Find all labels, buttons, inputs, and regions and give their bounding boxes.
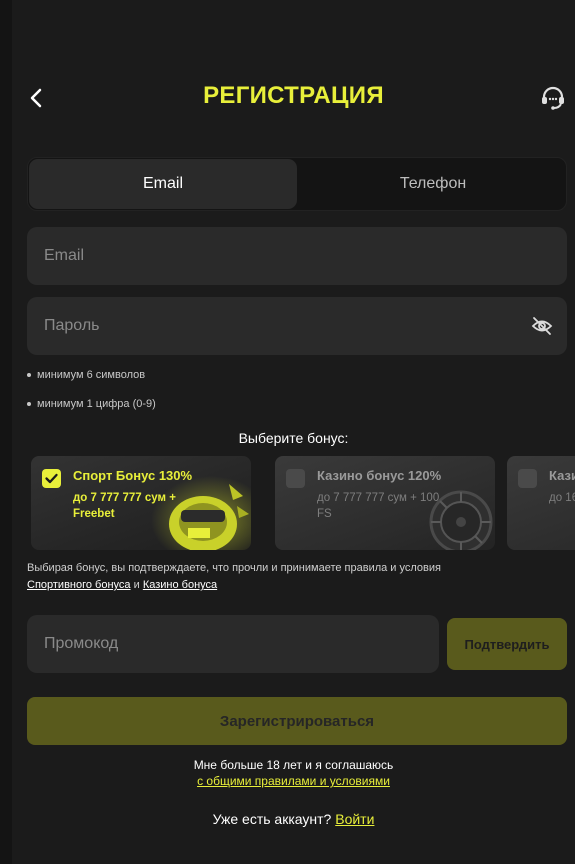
- promo-field-container: [27, 615, 439, 673]
- bullet-dot: [27, 373, 31, 377]
- tab-email[interactable]: Email: [29, 159, 297, 209]
- password-hint-digit: минимум 1 цифра (0-9): [27, 398, 156, 410]
- bonus-title: Казино бонус 120%: [317, 468, 442, 483]
- bonus-card-casino-2[interactable]: Казино бонус 120% до 16: [507, 456, 575, 550]
- login-link[interactable]: Войти: [335, 811, 374, 827]
- promo-confirm-button[interactable]: Подтвердить: [447, 618, 567, 670]
- general-terms-link[interactable]: с общими правилами и условиями: [197, 774, 390, 788]
- password-hint-length: минимум 6 символов: [27, 369, 145, 381]
- password-input[interactable]: [27, 297, 567, 355]
- promo-code-input[interactable]: [27, 615, 439, 673]
- agreement-text: Мне больше 18 лет и я соглашаюсь: [193, 758, 394, 772]
- hint-text: минимум 6 символов: [37, 369, 146, 381]
- terms-text: Выбирая бонус, вы подтверждаете, что про…: [27, 562, 441, 574]
- headset-icon: [542, 86, 564, 110]
- bonus-description: до 7 777 777 сум + 100 FS: [317, 492, 440, 520]
- bonus-checkbox[interactable]: [518, 469, 537, 488]
- header: РЕГИСТРАЦИЯ: [12, 70, 575, 126]
- sport-bonus-terms-link[interactable]: Спортивного бонуса: [27, 579, 131, 591]
- bonus-section-label: Выберите бонус:: [238, 430, 349, 446]
- support-button[interactable]: [539, 84, 567, 112]
- checkmark-icon: [45, 473, 58, 484]
- password-visibility-toggle[interactable]: [531, 316, 553, 336]
- bonus-carousel[interactable]: Спорт Бонус 130% до 7 777 777 сум + Free…: [31, 456, 575, 550]
- bullet-dot: [27, 402, 31, 406]
- casino-bonus-terms-link[interactable]: Казино бонуса: [143, 579, 217, 591]
- email-input[interactable]: [27, 227, 567, 285]
- hint-text: минимум 1 цифра (0-9): [37, 398, 156, 410]
- registration-page: РЕГИСТРАЦИЯ Email Телефон Email минимум …: [12, 0, 575, 864]
- tab-phone[interactable]: Телефон: [299, 159, 567, 209]
- bonus-terms: Выбирая бонус, вы подтверждаете, что про…: [27, 560, 567, 594]
- bonus-description: до 16: [549, 492, 575, 504]
- bonus-title: Спорт Бонус 130%: [73, 468, 193, 483]
- password-field-container: [27, 297, 567, 355]
- login-text: Уже есть аккаунт?: [212, 811, 332, 827]
- bonus-checkbox-checked[interactable]: [42, 469, 61, 488]
- bonus-card-sport[interactable]: Спорт Бонус 130% до 7 777 777 сум + Free…: [31, 456, 251, 550]
- bonus-checkbox[interactable]: [286, 469, 305, 488]
- bonus-description: до 7 777 777 сум + Freebet: [73, 492, 176, 520]
- email-field-container: [27, 227, 567, 285]
- login-prompt: Уже есть аккаунт? Войти: [12, 811, 575, 827]
- page-title: РЕГИСТРАЦИЯ: [203, 82, 384, 109]
- bonus-title: Казино бонус 120%: [549, 468, 575, 483]
- eye-off-icon: [531, 317, 553, 335]
- auth-method-tabs: Email Телефон: [27, 157, 567, 211]
- age-agreement: Мне больше 18 лет и я соглашаюсь с общим…: [12, 757, 575, 789]
- terms-and: и: [133, 579, 140, 591]
- bonus-card-casino[interactable]: Казино бонус 120% до 7 777 777 сум + 100…: [275, 456, 495, 550]
- register-button[interactable]: Зарегистрироваться: [27, 697, 567, 745]
